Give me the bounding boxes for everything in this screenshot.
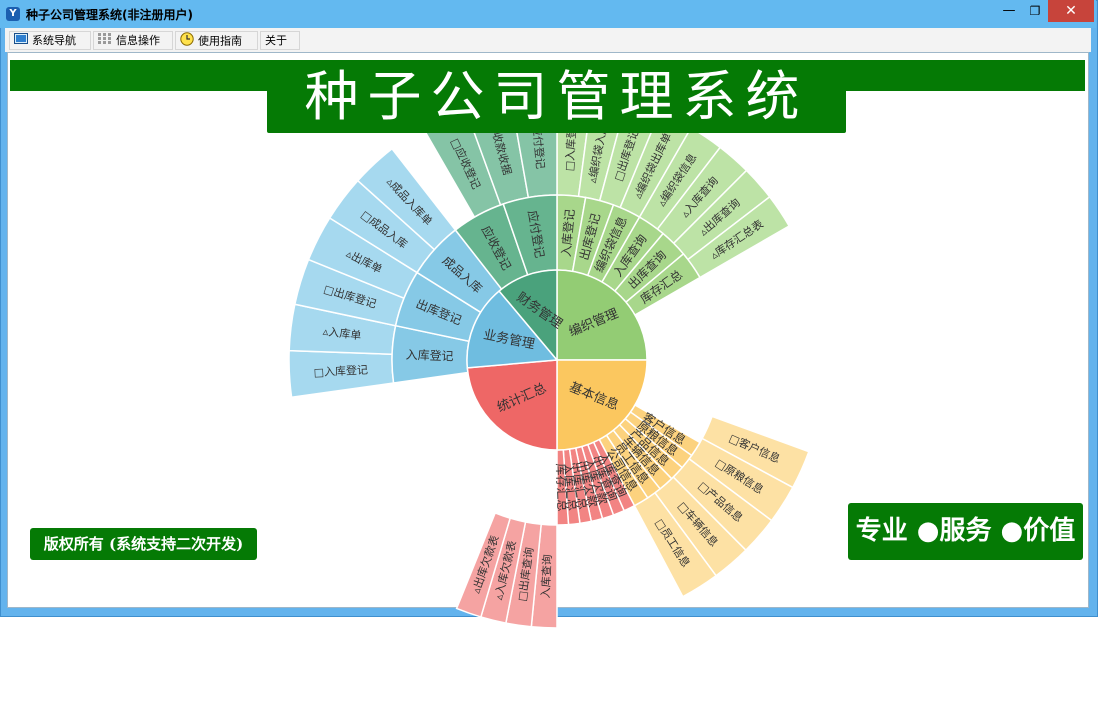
banner-title: 种子公司管理系统 (267, 60, 846, 133)
middle-segment-label: 库存汇总 (554, 463, 571, 512)
outer-segment-label: □入库登记 (313, 362, 368, 379)
middle-segment-label: 入库登记 (405, 347, 454, 364)
copyright-label: 版权所有 (系统支持二次开发) (30, 528, 257, 560)
slogan-label: 专业 ●服务 ●价值 (848, 503, 1083, 560)
outer-segment-label: 入库查询 (538, 554, 554, 599)
